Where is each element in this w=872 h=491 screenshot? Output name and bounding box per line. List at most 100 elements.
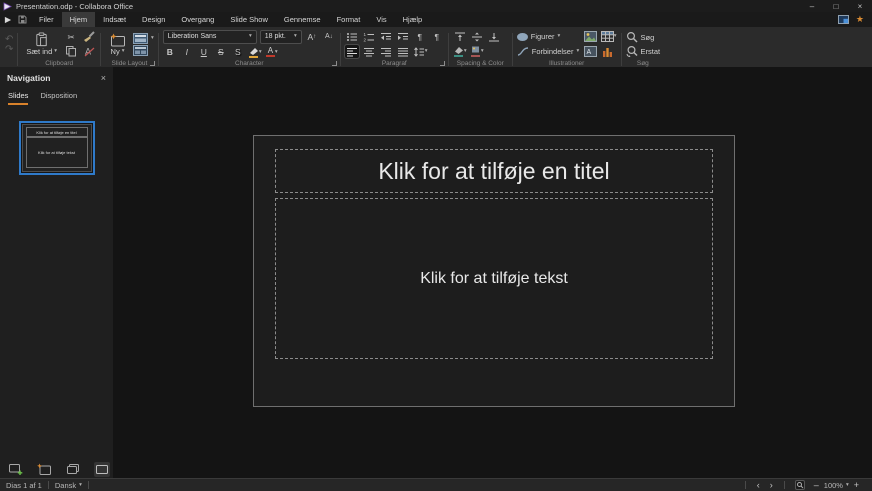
menu-hjem[interactable]: Hjem: [61, 12, 96, 27]
slide-editor[interactable]: Klik for at tilføje en titel Klik for at…: [253, 135, 735, 407]
body-placeholder[interactable]: Klik for at tilføje tekst: [275, 198, 713, 359]
zoom-level-select[interactable]: 100% ▾: [824, 481, 849, 490]
menu-hjaelp[interactable]: Hjælp: [395, 12, 431, 27]
italic-button[interactable]: I: [180, 46, 194, 59]
clear-formatting-icon[interactable]: A: [82, 45, 96, 58]
zoom-in-button[interactable]: +: [849, 480, 864, 490]
undo-icon[interactable]: ↶: [5, 34, 13, 44]
menu-indsaet[interactable]: Indsæt: [95, 12, 134, 27]
insert-chart-icon[interactable]: [601, 45, 615, 58]
menu-design[interactable]: Design: [134, 12, 173, 27]
replace-button[interactable]: Erstat: [626, 45, 660, 57]
menu-slideshow[interactable]: Slide Show: [222, 12, 276, 27]
slide-layout-expand-icon[interactable]: [149, 61, 155, 66]
thumbnail-body-text: Klik for at tilføje tekst: [25, 137, 88, 168]
panel-close-icon[interactable]: ×: [101, 73, 106, 83]
copy-icon[interactable]: [64, 45, 78, 58]
cut-icon[interactable]: ✂: [64, 31, 78, 44]
slide-view-toggle-icon[interactable]: [94, 461, 110, 477]
strikethrough-button[interactable]: S: [214, 46, 228, 59]
underline-button[interactable]: U: [197, 46, 211, 59]
justify-icon[interactable]: [396, 45, 410, 58]
next-slide-button[interactable]: ›: [765, 480, 778, 490]
align-bottom-icon[interactable]: [487, 30, 501, 43]
grow-font-icon[interactable]: A ↑: [305, 30, 319, 43]
character-group: Liberation Sans ▾ 18 pkt. ▾ A ↑ A ↓ B I U S …: [160, 29, 339, 69]
shapes-dropdown-icon: ▾: [557, 33, 561, 39]
numbering-icon[interactable]: 12: [362, 30, 376, 43]
highlight-color-button[interactable]: ▾: [248, 46, 262, 59]
shrink-font-icon[interactable]: A ↓: [322, 30, 336, 43]
title-bar: Presentation.odp - Collabora Office – □ …: [0, 0, 872, 12]
language-select[interactable]: Dansk ▾: [55, 481, 82, 490]
bold-button[interactable]: B: [163, 46, 177, 59]
language-dropdown-icon: ▾: [79, 481, 82, 488]
table-dropdown-icon: ▾: [613, 33, 617, 39]
zoom-fit-icon[interactable]: [791, 480, 809, 490]
menu-vis[interactable]: Vis: [368, 12, 394, 27]
slide-thumbnail[interactable]: Klik for at tilføje en titel Klik for at…: [18, 121, 95, 175]
insert-image-icon[interactable]: [584, 30, 598, 43]
save-icon[interactable]: [18, 15, 27, 24]
formatting-marks-icon[interactable]: ¶: [430, 30, 444, 43]
shadow-button[interactable]: S: [231, 46, 245, 59]
character-expand-icon[interactable]: [331, 61, 337, 66]
tab-disposition[interactable]: Disposition: [40, 91, 77, 105]
duplicate-slide-icon[interactable]: [36, 462, 52, 477]
increase-indent-icon[interactable]: [396, 30, 410, 43]
bullets-icon[interactable]: [345, 30, 359, 43]
clipboard-group: Sæt ind ▾ ✂ A Clipboard: [19, 29, 99, 69]
collabora-logo-icon: [3, 1, 12, 11]
align-top-icon[interactable]: [453, 30, 467, 43]
minimize-button[interactable]: –: [800, 0, 824, 12]
ribbon-toolbar: ↶ ↷ Sæt ind ▾ ✂ A Clipboard Ny ▾ ▾ Slide…: [0, 27, 872, 69]
new-slide-button[interactable]: Ny ▾: [105, 32, 130, 57]
application-window: Presentation.odp - Collabora Office – □ …: [0, 0, 872, 491]
slide-canvas[interactable]: Klik for at tilføje en titel Klik for at…: [113, 67, 872, 478]
align-center-icon[interactable]: [362, 45, 376, 58]
line-spacing-button[interactable]: ▾: [413, 45, 428, 58]
font-color-button[interactable]: A ▾: [265, 46, 279, 59]
paragraph-above-icon[interactable]: ¶: [413, 30, 427, 43]
menu-filer[interactable]: Filer: [31, 12, 62, 27]
new-slide-label: Ny: [110, 46, 120, 56]
clone-formatting-icon[interactable]: [82, 31, 96, 44]
background-color-button[interactable]: ▾: [470, 45, 484, 58]
shapes-button[interactable]: Figurer ▾: [516, 32, 581, 41]
font-name-dropdown-icon: ▾: [249, 33, 252, 39]
font-size-select[interactable]: 18 pkt. ▾: [259, 29, 302, 44]
paste-button[interactable]: Sæt ind ▾: [22, 31, 61, 57]
menu-overgang[interactable]: Overgang: [173, 12, 222, 27]
previous-slide-button[interactable]: ‹: [752, 480, 765, 490]
paragraph-expand-icon[interactable]: [439, 61, 445, 66]
center-vertically-icon[interactable]: [470, 30, 484, 43]
close-button[interactable]: ×: [848, 0, 872, 12]
zoom-out-button[interactable]: –: [809, 480, 824, 490]
connectors-dropdown-icon: ▾: [576, 48, 580, 54]
search-button[interactable]: Søg: [626, 31, 661, 43]
fill-color-dropdown-icon: ▾: [463, 48, 467, 54]
slides-stack-icon[interactable]: [65, 462, 81, 477]
decrease-indent-icon[interactable]: [379, 30, 393, 43]
align-left-icon[interactable]: [343, 44, 360, 59]
align-right-icon[interactable]: [379, 45, 393, 58]
fill-color-button[interactable]: ▾: [453, 45, 467, 58]
redo-icon[interactable]: ↷: [5, 44, 13, 54]
paste-icon: [34, 32, 49, 47]
layout-reset-button[interactable]: [133, 44, 154, 56]
star-icon[interactable]: ★: [856, 15, 864, 24]
screen-mode-icon[interactable]: [837, 15, 849, 24]
font-name-select[interactable]: Liberation Sans ▾: [162, 29, 257, 44]
menu-format[interactable]: Format: [329, 12, 369, 27]
menu-gennemse[interactable]: Gennemse: [276, 12, 329, 27]
tab-slides[interactable]: Slides: [8, 91, 29, 105]
title-placeholder[interactable]: Klik for at tilføje en titel: [275, 149, 713, 193]
layout-select-button[interactable]: ▾: [133, 32, 154, 44]
app-logo-icon[interactable]: [4, 16, 12, 24]
connectors-button[interactable]: Forbindelser ▾: [517, 47, 581, 56]
new-slide-footer-icon[interactable]: [7, 462, 23, 477]
svg-text:2: 2: [363, 37, 366, 42]
insert-table-button[interactable]: ▾: [600, 30, 617, 43]
insert-textbox-icon[interactable]: A: [584, 45, 598, 58]
maximize-button[interactable]: □: [824, 0, 848, 12]
